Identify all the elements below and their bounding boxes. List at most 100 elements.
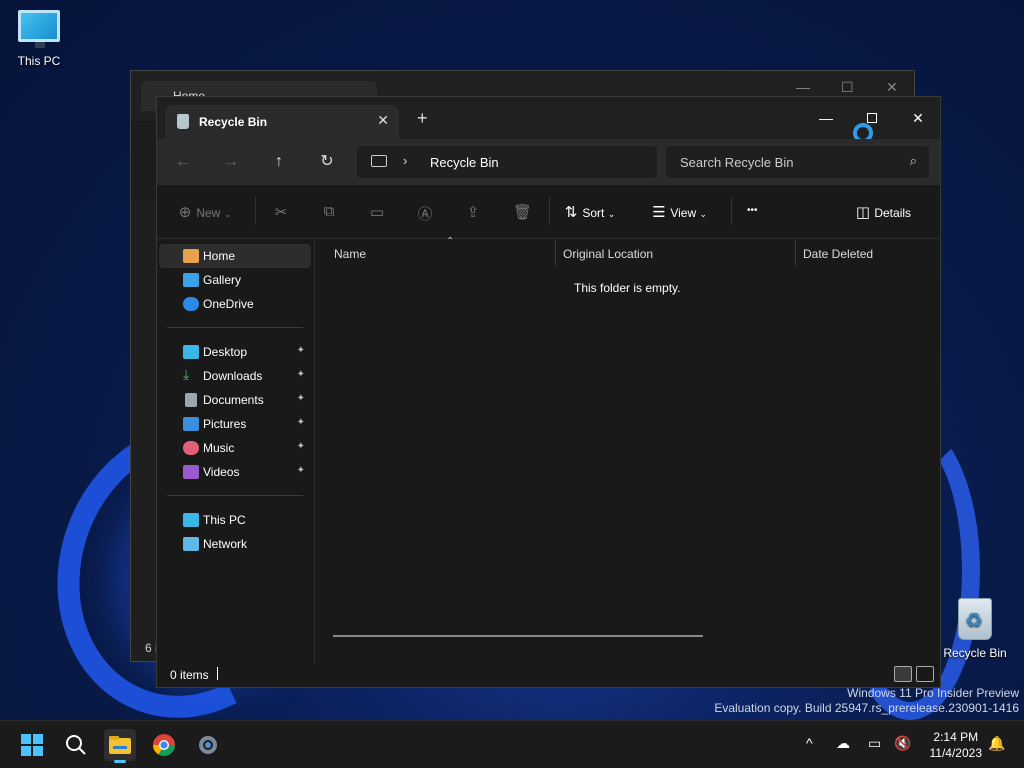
file-explorer-button[interactable]	[104, 729, 136, 763]
sort-label: Sort	[582, 206, 605, 220]
sidebar-item-label: Gallery	[203, 273, 242, 287]
sidebar-item-gallery[interactable]: Gallery	[159, 268, 311, 292]
refresh-button[interactable]: ↻	[313, 149, 341, 175]
system-clock[interactable]: 2:14 PM 11/4/2023	[930, 729, 983, 761]
videos-icon	[183, 465, 199, 479]
copy-button[interactable]: ⧉	[321, 203, 337, 220]
sidebar-item-label: Desktop	[203, 345, 248, 359]
pin-icon: ✦	[296, 417, 305, 428]
item-count: 0 items	[170, 668, 209, 682]
new-label: New	[196, 206, 221, 220]
sidebar-item-downloads[interactable]: ⤓ Downloads ✦	[159, 364, 311, 388]
chevron-down-icon: ⌄	[699, 209, 708, 219]
delete-button[interactable]: 🗑	[513, 203, 533, 221]
toolbar-divider	[731, 197, 732, 225]
sidebar-item-network[interactable]: Network	[159, 532, 311, 556]
share-icon: ⇪	[466, 204, 480, 221]
view-icon: ☰	[652, 204, 666, 221]
new-button[interactable]: ⊕ New ⌄	[177, 203, 232, 221]
sort-caret-icon: ⌃	[446, 236, 455, 247]
onedrive-offline-icon[interactable]: ☁	[836, 735, 850, 752]
search-input[interactable]: Search Recycle Bin ⌕	[666, 146, 929, 178]
settings-button[interactable]	[192, 729, 224, 761]
sidebar-item-onedrive[interactable]: OneDrive	[159, 292, 311, 316]
details-label: Details	[874, 206, 912, 220]
column-header-original-location[interactable]: Original Location	[555, 240, 795, 266]
chrome-button[interactable]	[148, 729, 180, 761]
sidebar-item-videos[interactable]: Videos ✦	[159, 460, 311, 484]
network-icon	[183, 537, 199, 551]
this-pc-icon	[183, 513, 199, 527]
watermark-line1: Windows 11 Pro Insider Preview	[847, 686, 1019, 700]
sidebar-item-label: Downloads	[203, 369, 263, 383]
pin-icon: ✦	[296, 369, 305, 380]
background-minimize-button[interactable]: —	[796, 79, 810, 95]
command-bar: ⊕ New ⌄ ✂ ⧉ ▭ Ⓐ ⇪ 🗑 ⇅ Sort ⌄ ☰ View ⌄ ••…	[157, 185, 940, 239]
close-button[interactable]: ✕	[895, 103, 941, 133]
desktop-icon-this-pc[interactable]: This PC	[0, 10, 78, 68]
column-name-label: Name	[334, 247, 367, 261]
tab-close-button[interactable]: ✕	[377, 112, 389, 129]
details-button[interactable]: ◫ Details	[855, 203, 911, 221]
network-status-icon[interactable]: ▭	[868, 735, 881, 752]
maximize-icon	[867, 113, 877, 123]
background-maximize-button[interactable]: ☐	[841, 79, 854, 96]
sidebar-item-music[interactable]: Music ✦	[159, 436, 311, 460]
back-button[interactable]: ←	[169, 149, 197, 175]
share-button[interactable]: ⇪	[465, 203, 481, 221]
column-header-name[interactable]: Name ⌃	[326, 236, 554, 266]
sidebar-item-pictures[interactable]: Pictures ✦	[159, 412, 311, 436]
sidebar-item-this-pc[interactable]: This PC	[159, 508, 311, 532]
explorer-window[interactable]: Recycle Bin ✕ + — ✕ ← → ↑ ↻ › Recycle Bi…	[156, 96, 941, 688]
rename-button[interactable]: Ⓐ	[417, 203, 433, 224]
new-tab-button[interactable]: +	[417, 109, 428, 127]
forward-button[interactable]: →	[217, 149, 245, 175]
more-options-button[interactable]: •••	[747, 205, 758, 216]
recycle-bin-icon	[177, 114, 189, 129]
minimize-button[interactable]: —	[803, 103, 849, 133]
background-close-button[interactable]: ✕	[886, 79, 898, 96]
address-bar[interactable]: › Recycle Bin	[357, 146, 657, 178]
desktop-icon-recycle-bin[interactable]: Recycle Bin	[936, 598, 1014, 660]
file-list[interactable]: Name ⌃ Original Location Date Deleted Th…	[316, 236, 940, 665]
sidebar-item-desktop[interactable]: Desktop ✦	[159, 340, 311, 364]
pin-icon: ✦	[296, 345, 305, 356]
paste-button[interactable]: ▭	[369, 203, 385, 221]
column-header-date-deleted[interactable]: Date Deleted	[795, 240, 935, 266]
sidebar-item-documents[interactable]: Documents ✦	[159, 388, 311, 412]
empty-folder-message: This folder is empty.	[574, 281, 681, 295]
settings-icon	[199, 736, 217, 754]
tab-title: Recycle Bin	[199, 115, 268, 129]
search-button[interactable]	[60, 729, 92, 761]
plus-circle-icon: ⊕	[178, 204, 192, 221]
up-button[interactable]: ↑	[265, 149, 293, 175]
desktop-icon-label: Recycle Bin	[943, 646, 1007, 660]
recycle-bin-icon	[958, 598, 992, 640]
tray-overflow-chevron-icon[interactable]: ^	[806, 735, 813, 751]
tiles-view-button[interactable]	[916, 666, 934, 682]
status-bar: 0 items	[157, 663, 940, 687]
status-divider	[217, 667, 218, 680]
title-bar[interactable]: Recycle Bin ✕ + — ✕	[157, 97, 941, 143]
horizontal-scrollbar[interactable]	[333, 635, 703, 637]
details-view-button[interactable]	[894, 666, 912, 682]
view-button[interactable]: ☰ View ⌄	[651, 203, 707, 221]
volume-muted-icon[interactable]: 🔇	[894, 735, 911, 752]
start-button[interactable]	[16, 729, 48, 761]
background-sidebar	[131, 201, 157, 661]
chevron-right-icon[interactable]: ›	[403, 153, 407, 168]
gallery-icon	[183, 273, 199, 287]
toolbar-divider	[549, 197, 550, 225]
chevron-down-icon: ⌄	[223, 209, 232, 219]
copy-icon: ⧉	[323, 203, 335, 220]
clock-date: 11/4/2023	[929, 746, 983, 760]
tab-recycle-bin[interactable]: Recycle Bin ✕	[165, 105, 399, 139]
address-path[interactable]: Recycle Bin	[430, 155, 499, 170]
cut-button[interactable]: ✂	[273, 203, 289, 221]
details-pane-icon: ◫	[855, 204, 871, 221]
sidebar-item-home[interactable]: Home	[159, 244, 311, 268]
sort-button[interactable]: ⇅ Sort ⌄	[563, 203, 616, 221]
delete-icon: 🗑	[513, 204, 533, 221]
search-placeholder: Search Recycle Bin	[680, 155, 794, 170]
notification-bell-icon[interactable]: 🔔	[988, 735, 1005, 752]
